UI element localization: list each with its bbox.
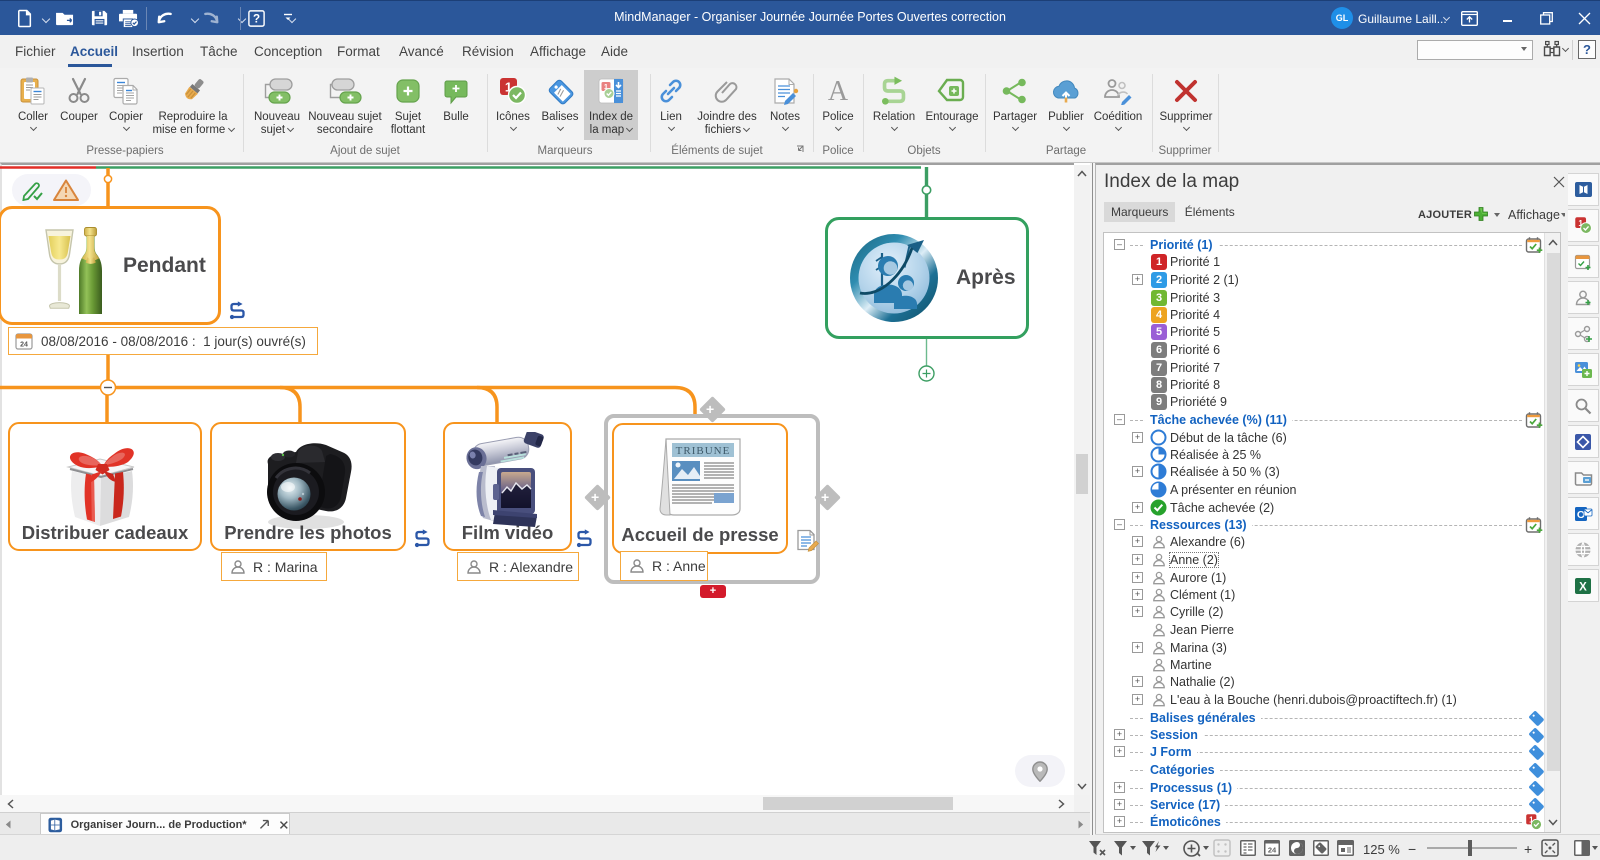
- svg-text:TRIBUNE: TRIBUNE: [676, 445, 731, 457]
- svg-text:24: 24: [20, 342, 28, 349]
- svg-text:24: 24: [1268, 846, 1277, 855]
- svg-text:X: X: [1579, 581, 1587, 593]
